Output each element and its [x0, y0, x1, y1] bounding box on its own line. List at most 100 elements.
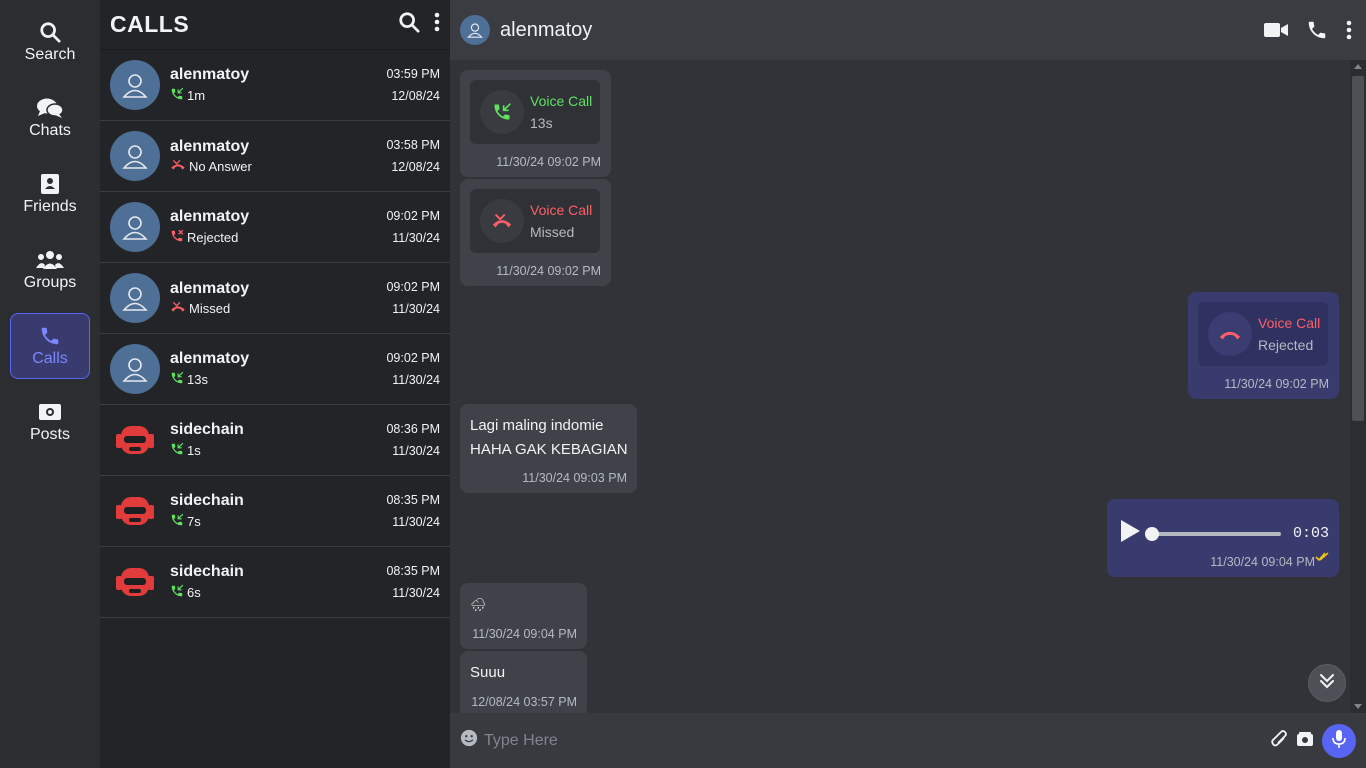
audio-duration: 0:03 — [1293, 525, 1330, 542]
message-text: Suuu — [470, 664, 506, 681]
scroll-to-bottom-button[interactable] — [1308, 664, 1346, 702]
nav-groups[interactable]: Groups — [10, 237, 90, 303]
call-row[interactable]: sidechain 7s 08:35 PM 11/30/24 — [100, 476, 450, 547]
call-sub: Rejected — [1258, 337, 1314, 353]
call-sub: 13s — [530, 115, 553, 131]
calls-list-header: CALLS — [100, 0, 450, 50]
scroll-up-arrow[interactable] — [1354, 64, 1362, 69]
call-status: 7s — [187, 514, 201, 529]
call-label: Voice Call — [530, 202, 593, 218]
call-row[interactable]: alenmatoy 1m 03:59 PM 12/08/24 — [100, 50, 450, 121]
call-row[interactable]: alenmatoy No Answer 03:58 PM 12/08/24 — [100, 121, 450, 192]
contact-name: alenmatoy — [170, 280, 250, 297]
call-time: 09:02 PM — [386, 351, 440, 365]
incoming-call-icon — [170, 513, 184, 530]
call-message: Voice Call Missed 11/30/24 09:02 PM — [460, 179, 611, 286]
contact-name: sidechain — [170, 563, 244, 580]
scrollbar-thumb[interactable] — [1352, 76, 1364, 421]
nav-label: Search — [24, 46, 76, 63]
avatar[interactable] — [460, 15, 490, 45]
message-timestamp: 12/08/24 03:57 PM — [471, 695, 577, 709]
groups-icon — [36, 248, 64, 272]
call-card[interactable]: Voice Call Rejected — [1198, 302, 1328, 366]
call-date: 11/30/24 — [392, 444, 440, 458]
nav-label: Groups — [23, 274, 77, 291]
audio-scrubber[interactable] — [1145, 526, 1159, 541]
call-time: 09:02 PM — [386, 209, 440, 223]
avatar — [110, 60, 160, 110]
contact-name: sidechain — [170, 421, 244, 438]
voice-record-button[interactable] — [1322, 724, 1356, 758]
page-title: CALLS — [110, 11, 190, 37]
call-time: 03:59 PM — [386, 67, 440, 81]
avatar — [110, 557, 160, 607]
call-date: 11/30/24 — [392, 373, 440, 387]
missed-call-icon — [170, 301, 186, 316]
message-text: HAHA GAK KEBAGIAN — [470, 441, 628, 458]
rejected-call-icon — [170, 229, 184, 246]
attachment-icon[interactable] — [1270, 729, 1288, 754]
scrollbar[interactable] — [1350, 60, 1366, 713]
call-message: Voice Call Rejected 11/30/24 09:02 PM — [1188, 292, 1339, 399]
video-call-icon[interactable] — [1264, 21, 1288, 44]
missed-call-icon — [170, 159, 186, 174]
call-date: 11/30/24 — [392, 231, 440, 245]
call-date: 11/30/24 — [392, 515, 440, 529]
nav-chats[interactable]: Chats — [10, 85, 90, 151]
call-status: 13s — [187, 372, 208, 387]
call-status: 1s — [187, 443, 201, 458]
call-end-icon — [1208, 312, 1252, 356]
message-composer — [450, 713, 1366, 768]
left-nav: Search Chats Friends Groups Calls Posts — [0, 0, 100, 768]
call-card[interactable]: Voice Call Missed — [470, 189, 600, 253]
incoming-call-icon — [170, 87, 184, 104]
contact-name: alenmatoy — [170, 138, 250, 155]
nav-label: Posts — [29, 426, 70, 443]
call-date: 12/08/24 — [391, 160, 440, 174]
message-text: 🌧 — [470, 597, 487, 612]
microphone-icon — [1332, 729, 1346, 754]
nav-friends[interactable]: Friends — [10, 161, 90, 227]
call-row[interactable]: sidechain 6s 08:35 PM 11/30/24 — [100, 547, 450, 618]
more-options-icon[interactable] — [434, 12, 440, 37]
message-timestamp: 11/30/24 09:04 PM — [1210, 555, 1315, 569]
call-time: 08:36 PM — [386, 422, 440, 436]
search-icon[interactable] — [398, 11, 420, 38]
call-card[interactable]: Voice Call 13s — [470, 80, 600, 144]
contact-name: sidechain — [170, 492, 244, 509]
avatar — [110, 486, 160, 536]
voice-call-icon[interactable] — [1306, 19, 1328, 46]
chat-header: alenmatoy — [450, 0, 1366, 60]
call-row[interactable]: alenmatoy 13s 09:02 PM 11/30/24 — [100, 334, 450, 405]
call-time: 08:35 PM — [386, 564, 440, 578]
nav-search[interactable]: Search — [10, 9, 90, 75]
message-timestamp: 11/30/24 09:02 PM — [496, 155, 601, 169]
emoji-icon[interactable] — [460, 729, 478, 752]
audio-progress[interactable] — [1145, 526, 1281, 541]
contact-name[interactable]: alenmatoy — [500, 19, 592, 42]
play-icon[interactable] — [1119, 519, 1141, 548]
incoming-call-icon — [170, 584, 184, 601]
call-row[interactable]: sidechain 1s 08:36 PM 11/30/24 — [100, 405, 450, 476]
call-row[interactable]: alenmatoy Missed 09:02 PM 11/30/24 — [100, 263, 450, 334]
camera-icon[interactable] — [1296, 731, 1314, 752]
avatar — [110, 344, 160, 394]
message-input[interactable] — [484, 731, 1244, 750]
contact-name: alenmatoy — [170, 66, 250, 83]
call-date: 12/08/24 — [391, 89, 440, 103]
call-status: Missed — [189, 301, 231, 316]
chat-panel: alenmatoy Voice Call 13s 11/30/24 09:02 P… — [450, 0, 1366, 768]
avatar — [110, 415, 160, 465]
friends-icon — [40, 172, 60, 196]
call-status: Rejected — [187, 230, 239, 245]
nav-calls[interactable]: Calls — [10, 313, 90, 379]
message-timestamp: 11/30/24 09:03 PM — [522, 471, 627, 485]
contact-name: alenmatoy — [170, 208, 250, 225]
scroll-down-arrow[interactable] — [1354, 704, 1362, 709]
chats-icon — [36, 96, 64, 120]
call-row[interactable]: alenmatoy Rejected 09:02 PM 11/30/24 — [100, 192, 450, 263]
nav-posts[interactable]: Posts — [10, 389, 90, 455]
message-timestamp: 11/30/24 09:02 PM — [496, 264, 601, 278]
more-options-icon[interactable] — [1346, 20, 1352, 45]
avatar — [110, 202, 160, 252]
